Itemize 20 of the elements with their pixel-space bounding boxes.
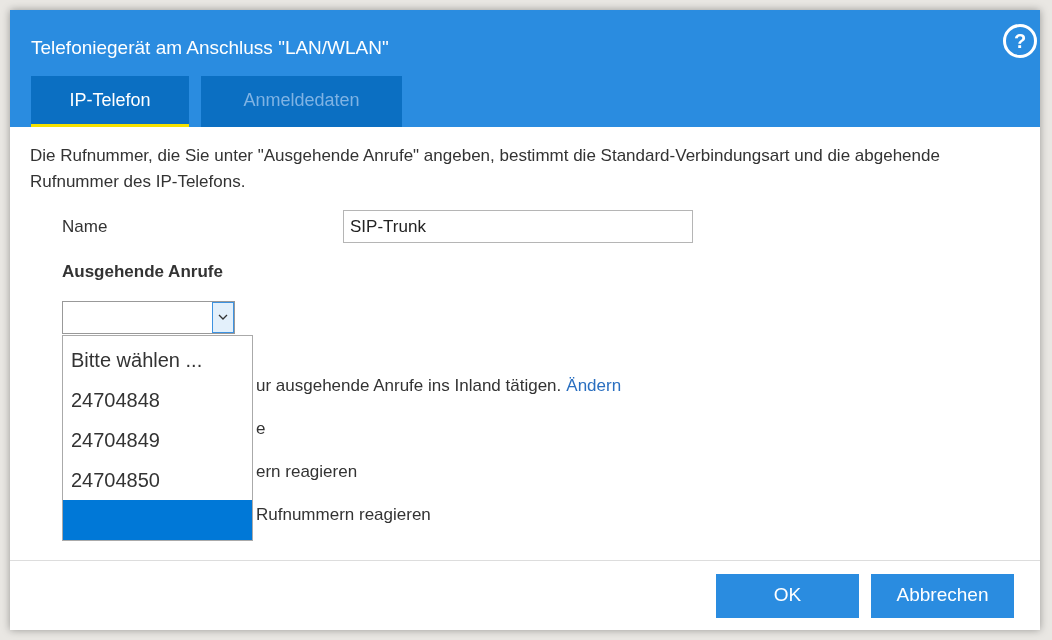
dropdown-option[interactable]: 24704850 (63, 460, 252, 500)
option-text: e (256, 418, 266, 441)
option-text: Rufnummern reagieren (256, 504, 431, 527)
dialog-button[interactable]: Abbrechen (871, 573, 1014, 618)
name-field[interactable]: SIP-Trunk (343, 210, 693, 243)
help-button[interactable]: ? (1003, 24, 1037, 58)
chevron-icon[interactable] (212, 301, 234, 333)
change-link[interactable]: Ändern (566, 373, 622, 399)
dropdown-option[interactable]: Bitte wählen ... (63, 340, 252, 380)
section-heading: Ausgehende Anrufe (61, 261, 224, 283)
tab[interactable]: IP-Telefon (31, 76, 189, 127)
option-text: ern reagieren (256, 461, 358, 484)
window-title: Telefoniegerät am Anschluss "LAN/WLAN" (31, 35, 389, 60)
number-select[interactable] (62, 300, 235, 334)
dropdown-option[interactable]: 24704848 (63, 380, 252, 420)
option-text: ur ausgehende Anrufe ins Inland tätigen. (256, 375, 562, 398)
dropdown-option[interactable]: 24704849 (63, 420, 252, 460)
field-label: Name (62, 215, 109, 238)
intro-text: Die Rufnummer, die Sie unter "Ausgehende Anrufe" angeben, bestimmt die Standard-Verbindungsart und die abgehende Rufnummer des IP-Telefons. (30, 145, 941, 193)
dialog-button[interactable]: OK (716, 573, 859, 618)
